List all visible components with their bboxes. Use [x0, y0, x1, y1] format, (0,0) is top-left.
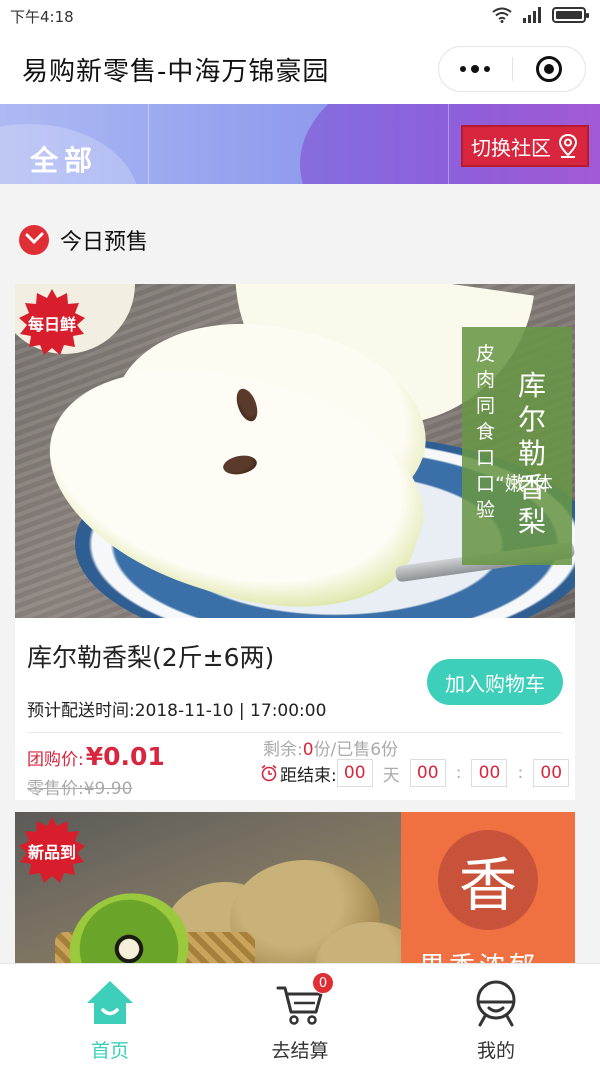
stock-info: 剩余:0份/已售6份	[263, 735, 398, 760]
photo-product-name: 库尔勒香梨	[518, 369, 547, 538]
tab-label: 我的	[476, 1040, 515, 1062]
product-photo: 皮肉同食 口口“嫩”体验 库尔勒香梨 每日鲜	[15, 284, 575, 618]
tab-profile[interactable]: 我的	[396, 964, 596, 1067]
wifi-icon	[492, 7, 512, 23]
countdown-label: 距结束:	[280, 765, 337, 786]
countdown-days: 00	[336, 759, 373, 787]
group-price: 团购价: ¥ 0.01	[27, 742, 165, 771]
group-price-label: 团购价:	[27, 750, 84, 770]
stock-sold: 份/已售6份	[313, 740, 399, 760]
product-card[interactable]: 香 果香浓郁 新品到	[15, 812, 575, 972]
mini-program-capsule	[438, 46, 586, 92]
product-card[interactable]: 皮肉同食 口口“嫩”体验 库尔勒香梨 每日鲜 库尔勒香梨(2斤±6两) 加入购物…	[15, 284, 575, 800]
original-price: 零售价:¥9.90	[27, 779, 133, 799]
countdown-day-unit: 天	[382, 765, 400, 786]
battery-icon	[552, 7, 589, 23]
tab-label: 首页	[90, 1040, 129, 1062]
countdown-minutes: 00	[471, 759, 508, 787]
alarm-clock-icon	[261, 764, 277, 782]
product-name: 库尔勒香梨(2斤±6两)	[27, 643, 275, 672]
presale-section-header: 今日预售	[0, 210, 600, 270]
photo-subtitle: 皮肉同食 口口“嫩”体验	[476, 343, 553, 521]
switch-community-button[interactable]: 切换社区	[461, 125, 589, 167]
section-title: 今日预售	[60, 230, 149, 255]
tab-checkout[interactable]: 0 去结算	[200, 964, 400, 1067]
category-banner: 全部 切换社区	[0, 104, 600, 184]
close-target-icon	[535, 56, 562, 82]
price-value: 0.01	[103, 742, 165, 771]
tab-home[interactable]: 首页	[10, 964, 210, 1067]
more-dots-icon	[460, 66, 467, 72]
home-icon	[87, 981, 133, 1024]
bottom-tab-bar: 首页 0 去结算 我的	[0, 963, 600, 1067]
location-pin-icon	[558, 133, 578, 158]
badge-text: 新品到	[27, 843, 76, 862]
switch-community-label: 切换社区	[471, 135, 551, 160]
price-symbol: ¥	[85, 742, 104, 771]
photo-char: 香	[438, 830, 538, 930]
status-bar: 下午4:18	[0, 0, 600, 34]
new-arrival-badge: 新品到	[17, 816, 87, 886]
close-button[interactable]	[513, 46, 586, 92]
page-title: 易购新零售-中海万锦豪园	[22, 57, 330, 87]
photo-label-panel: 香 果香浓郁	[401, 812, 575, 972]
category-all-tab[interactable]: 全部	[30, 139, 98, 179]
delivery-time: 预计配送时间:2018-11-10 | 17:00:00	[27, 701, 327, 721]
status-icons	[492, 7, 589, 23]
photo-label-panel: 皮肉同食 口口“嫩”体验 库尔勒香梨	[462, 327, 572, 565]
countdown: 距结束: 00 天 00 : 00 : 00	[260, 759, 570, 787]
status-time: 下午4:18	[10, 8, 74, 26]
cart-count-badge: 0	[312, 972, 334, 994]
countdown-seconds: 00	[533, 759, 570, 787]
title-bar: 易购新零售-中海万锦豪园	[0, 34, 600, 104]
add-to-cart-button[interactable]: 加入购物车	[427, 659, 563, 705]
signal-icon	[523, 7, 541, 23]
clock-icon	[19, 225, 49, 255]
more-button[interactable]	[439, 46, 512, 92]
cart-icon-wrap: 0	[274, 972, 334, 1028]
badge-text: 每日鲜	[27, 315, 76, 334]
countdown-hours: 00	[409, 759, 446, 787]
profile-icon	[476, 980, 516, 1027]
tab-label: 去结算	[271, 1040, 329, 1062]
daily-fresh-badge: 每日鲜	[17, 288, 87, 358]
stock-remaining-label: 剩余:	[263, 740, 303, 760]
stock-remaining: 0	[302, 740, 314, 760]
